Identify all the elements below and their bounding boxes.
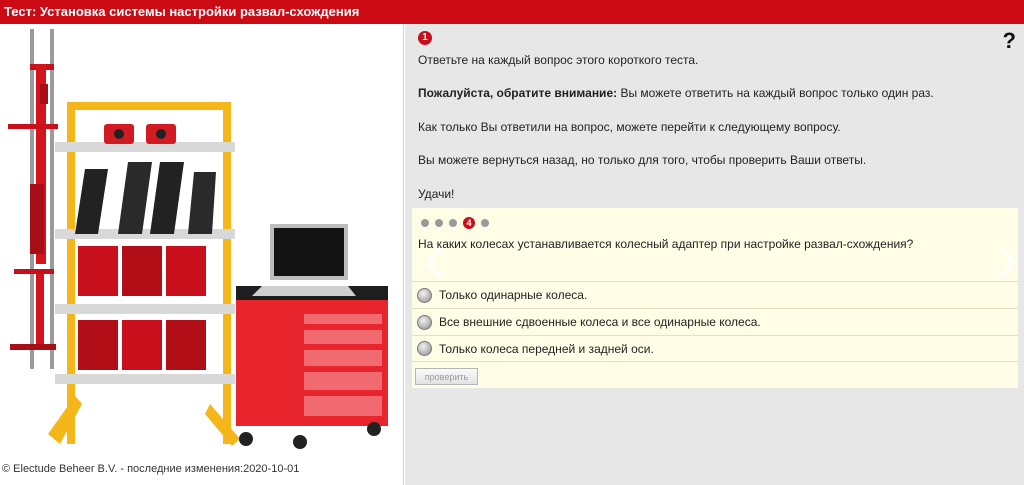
progress-dot[interactable] <box>421 219 429 227</box>
progress-dot-current[interactable]: 4 <box>463 217 475 229</box>
step-number-badge: 1 <box>418 31 432 45</box>
radio-button-icon[interactable] <box>417 341 432 356</box>
question-progress-dots: 4 <box>421 217 489 229</box>
help-icon[interactable]: ? <box>1003 28 1016 54</box>
copyright-footer: © Electude Beheer B.V. - последние измен… <box>2 463 300 475</box>
question-text: На каких колесах устанавливается колесны… <box>418 237 914 251</box>
intro-attention-label: Пожалуйста, обратите внимание: <box>418 86 618 100</box>
window-title: Тест: Установка системы настройки развал… <box>0 0 1024 24</box>
intro-line-4: Вы можете вернуться назад, но только для… <box>418 153 867 167</box>
answer-option[interactable]: Все внешние сдвоенные колеса и все одина… <box>412 308 1018 335</box>
progress-dot[interactable] <box>435 219 443 227</box>
answer-option[interactable]: Только колеса передней и задней оси. <box>412 335 1018 362</box>
question-panel: 4 На каких колесах устанавливается колес… <box>412 208 1018 388</box>
radio-button-icon[interactable] <box>417 314 432 330</box>
check-answer-button[interactable]: проверить <box>415 368 478 385</box>
answer-option-label: Все внешние сдвоенные колеса и все одина… <box>439 315 761 329</box>
answer-option-label: Только колеса передней и задней оси. <box>439 341 654 356</box>
answer-option[interactable]: Только одинарные колеса. <box>412 281 1018 308</box>
progress-dot[interactable] <box>449 219 457 227</box>
intro-line-1: Ответьте на каждый вопрос этого коротког… <box>418 53 699 67</box>
answer-option-label: Только одинарные колеса. <box>439 288 588 302</box>
intro-line-5: Удачи! <box>418 187 455 201</box>
illustration-pane: © Electude Beheer B.V. - последние измен… <box>0 24 404 485</box>
intro-attention-text: Вы можете ответить на каждый вопрос толь… <box>617 86 934 100</box>
wheel-alignment-equipment-image <box>8 29 388 449</box>
radio-button-icon[interactable] <box>417 287 432 303</box>
answer-options: Только одинарные колеса. Все внешние сдв… <box>412 281 1018 362</box>
progress-dot[interactable] <box>481 219 489 227</box>
intro-line-3: Как только Вы ответили на вопрос, можете… <box>418 120 841 134</box>
intro-line-2: Пожалуйста, обратите внимание: Вы можете… <box>418 86 934 100</box>
quiz-pane: 1 ? Ответьте на каждый вопрос этого коро… <box>405 24 1024 485</box>
next-question-icon[interactable] <box>998 244 1016 280</box>
